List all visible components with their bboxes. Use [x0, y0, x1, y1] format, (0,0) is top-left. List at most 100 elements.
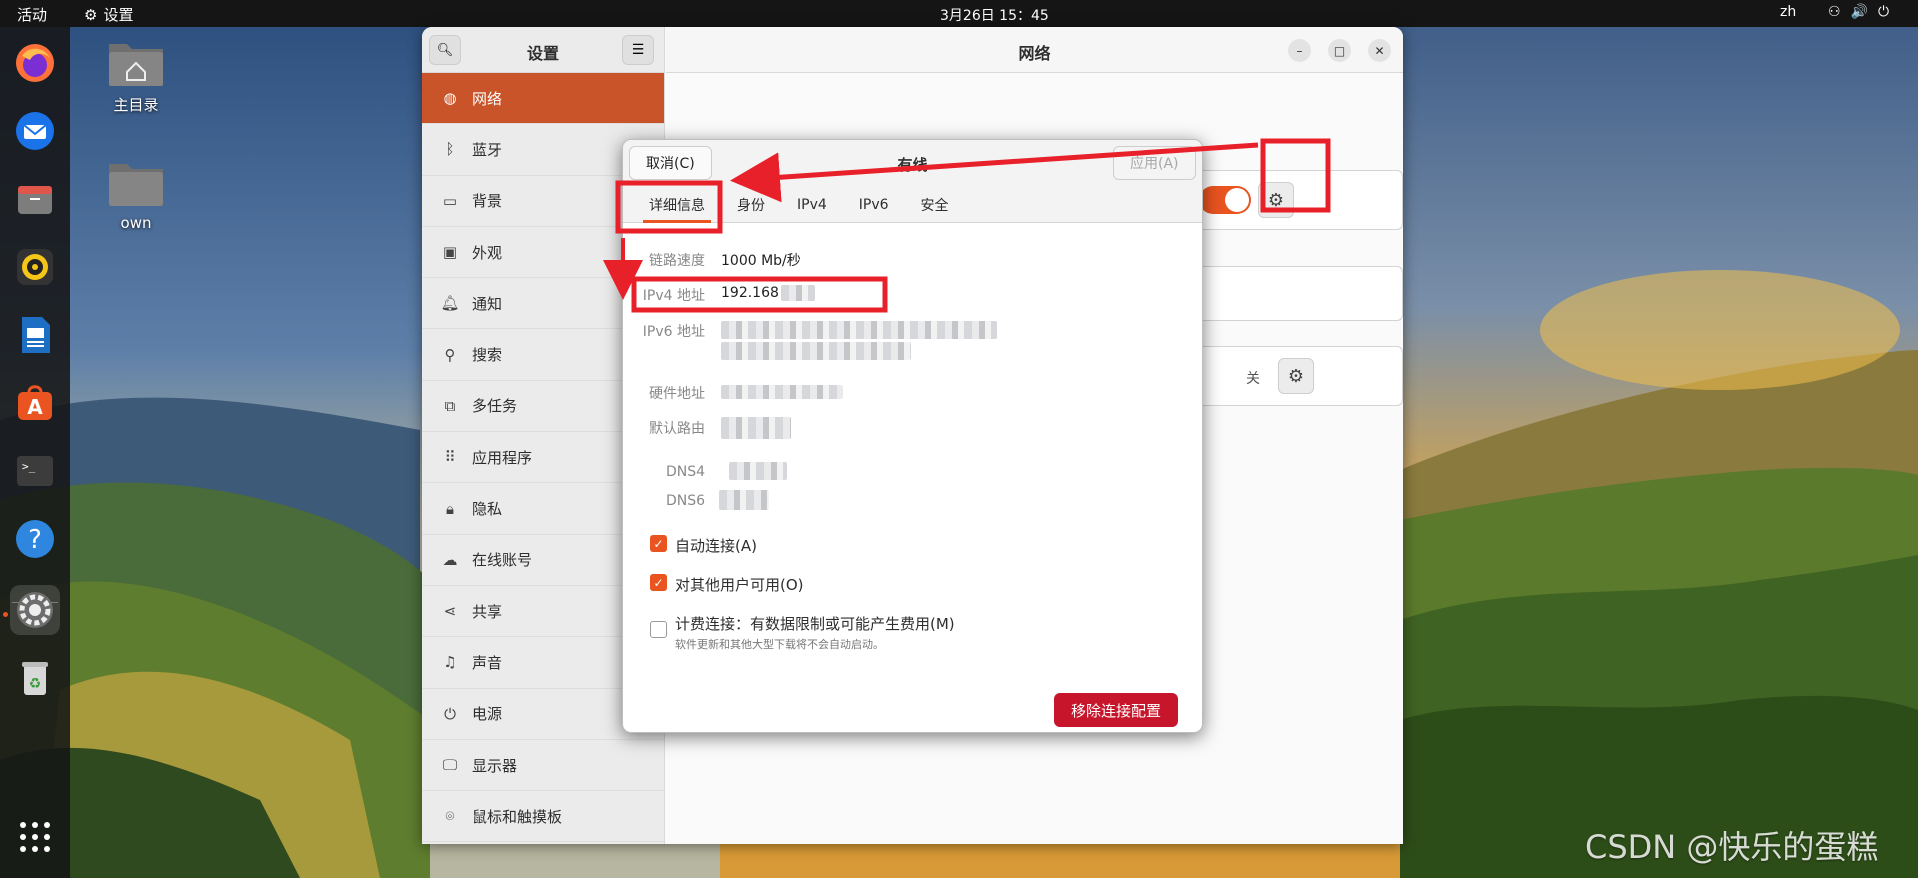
- sidebar-item-network[interactable]: ◍ 网络: [422, 73, 664, 125]
- settings-icon[interactable]: [10, 585, 60, 635]
- redacted-ipv6-line2: [721, 342, 911, 360]
- hardware-address-label: 硬件地址: [649, 386, 705, 402]
- proxy-settings-button[interactable]: ⚙: [1278, 358, 1314, 394]
- thunderbird-icon[interactable]: [10, 106, 60, 156]
- maximize-icon: □: [1333, 43, 1346, 58]
- metered-checkbox[interactable]: 计费连接：有数据限制或可能产生费用(M) 软件更新和其他大型下载将不会自动启动。: [650, 613, 955, 652]
- clock[interactable]: 3月26日 15：45: [940, 5, 1049, 25]
- menu-button[interactable]: ☰: [622, 35, 654, 65]
- tab-ipv6[interactable]: IPv6: [843, 187, 905, 223]
- music-icon: ♫: [443, 653, 457, 672]
- activities-button[interactable]: 活动: [17, 4, 47, 25]
- svg-text:A: A: [27, 395, 43, 419]
- redacted-dns4: [729, 462, 787, 480]
- apply-button[interactable]: 应用(A): [1113, 146, 1196, 180]
- sidebar-item-label: 通知: [472, 294, 503, 313]
- maximize-button[interactable]: □: [1328, 39, 1351, 62]
- link-speed-label: 链路速度: [649, 253, 705, 269]
- sidebar-item-displays[interactable]: 🖵 显示器: [422, 740, 664, 792]
- metered-label: 计费连接：有数据限制或可能产生费用(M): [675, 615, 955, 633]
- auto-connect-checkbox[interactable]: ✓ 自动连接(A): [650, 535, 757, 556]
- watermark: CSDN @快乐的蛋糕: [1585, 828, 1879, 866]
- remove-connection-button[interactable]: 移除连接配置: [1054, 693, 1179, 727]
- tab-identity[interactable]: 身份: [721, 187, 781, 223]
- desktop-home-folder[interactable]: 主目录: [91, 38, 181, 115]
- main-header: 网络 – □ ✕: [666, 27, 1403, 73]
- ipv4-label: IPv4 地址: [642, 288, 705, 304]
- dock: A >_ ? ♻: [0, 27, 70, 878]
- checkbox-checked-icon: ✓: [650, 535, 667, 552]
- writer-icon[interactable]: [10, 310, 60, 360]
- redacted-default-route: [721, 417, 791, 439]
- default-route-label: 默认路由: [649, 421, 705, 437]
- app-name: 设置: [103, 6, 134, 24]
- power-icon: ⏻: [1878, 4, 1890, 20]
- multitask-icon: ⧉: [444, 396, 456, 415]
- tab-security[interactable]: 安全: [905, 187, 965, 223]
- sidebar-item-label: 电源: [472, 705, 503, 724]
- sidebar-item-mouse[interactable]: ⌾ 鼠标和触摸板: [422, 791, 664, 843]
- wired-toggle[interactable]: [1199, 186, 1251, 214]
- input-language-indicator[interactable]: zh: [1780, 4, 1796, 20]
- desktop-icon-label: 主目录: [113, 96, 159, 114]
- ipv6-label: IPv6 地址: [642, 324, 705, 340]
- minimize-icon: –: [1296, 43, 1303, 58]
- redacted-hardware-address: [721, 385, 843, 399]
- metered-hint: 软件更新和其他大型下载将不会自动启动。: [675, 638, 884, 651]
- proxy-status: 关: [1246, 371, 1260, 387]
- share-icon: ⋖: [443, 602, 457, 621]
- appearance-icon: ▣: [442, 243, 458, 262]
- sidebar-item-label: 蓝牙: [472, 140, 503, 159]
- all-users-label: 对其他用户可用(O): [675, 576, 804, 594]
- sidebar-item-label: 声音: [472, 653, 503, 672]
- svg-text:>_: >_: [22, 460, 36, 473]
- redacted-ipv6-line1: [721, 321, 997, 339]
- background-icon: ▭: [442, 191, 458, 210]
- desktop-icon-label: own: [120, 214, 152, 232]
- files-icon[interactable]: [10, 174, 60, 224]
- dialog-header: 取消(C) 有线 应用(A): [623, 140, 1202, 187]
- help-icon[interactable]: ?: [10, 514, 60, 564]
- tab-ipv4[interactable]: IPv4: [781, 187, 843, 223]
- cloud-icon: ☁: [442, 550, 458, 569]
- gear-icon: ⚙: [1267, 189, 1285, 211]
- folder-icon: [107, 158, 165, 208]
- system-tray[interactable]: ⚇ 🔊 ⏻: [1828, 4, 1889, 20]
- close-button[interactable]: ✕: [1368, 39, 1391, 62]
- app-menu[interactable]: ⚙ 设置: [84, 4, 133, 25]
- home-folder-icon: [107, 38, 165, 88]
- desktop-own-folder[interactable]: own: [91, 158, 181, 232]
- wired-settings-button[interactable]: ⚙: [1258, 182, 1294, 218]
- sidebar-item-label: 隐私: [472, 500, 503, 519]
- auto-connect-label: 自动连接(A): [675, 537, 757, 555]
- volume-icon: 🔊: [1850, 4, 1868, 20]
- firefox-icon[interactable]: [10, 38, 60, 88]
- close-icon: ✕: [1374, 43, 1385, 58]
- bluetooth-icon: ᛒ: [445, 140, 455, 159]
- app-center-icon[interactable]: A: [10, 378, 60, 428]
- running-indicator: [3, 612, 8, 617]
- network-icon: ⚇: [1828, 4, 1841, 20]
- mouse-icon: ⌾: [445, 807, 455, 826]
- svg-text:♻: ♻: [29, 676, 42, 692]
- rhythmbox-icon[interactable]: [10, 242, 60, 292]
- app-grid-icon[interactable]: [10, 812, 60, 862]
- redacted-dns6: [719, 490, 769, 510]
- lock-icon: 🔒︎: [446, 499, 454, 518]
- sidebar-item-label: 网络: [472, 89, 503, 108]
- terminal-icon[interactable]: >_: [10, 446, 60, 496]
- trash-icon[interactable]: ♻: [10, 653, 60, 703]
- gear-icon: ⚙: [1287, 365, 1305, 387]
- sidebar-item-label: 鼠标和触摸板: [472, 807, 563, 826]
- all-users-checkbox[interactable]: ✓ 对其他用户可用(O): [650, 574, 804, 595]
- sidebar-item-label: 在线账号: [472, 551, 533, 570]
- tab-details[interactable]: 详细信息: [633, 187, 721, 223]
- search-icon: ⚲: [444, 345, 456, 364]
- minimize-button[interactable]: –: [1288, 39, 1311, 62]
- sidebar-item-label: 外观: [472, 243, 503, 262]
- gear-icon: ⚙: [84, 5, 98, 24]
- checkbox-checked-icon: ✓: [650, 574, 667, 591]
- network-icon: ◍: [443, 89, 457, 108]
- apps-icon: ⠿: [444, 448, 456, 467]
- sidebar-item-label: 多任务: [472, 397, 518, 416]
